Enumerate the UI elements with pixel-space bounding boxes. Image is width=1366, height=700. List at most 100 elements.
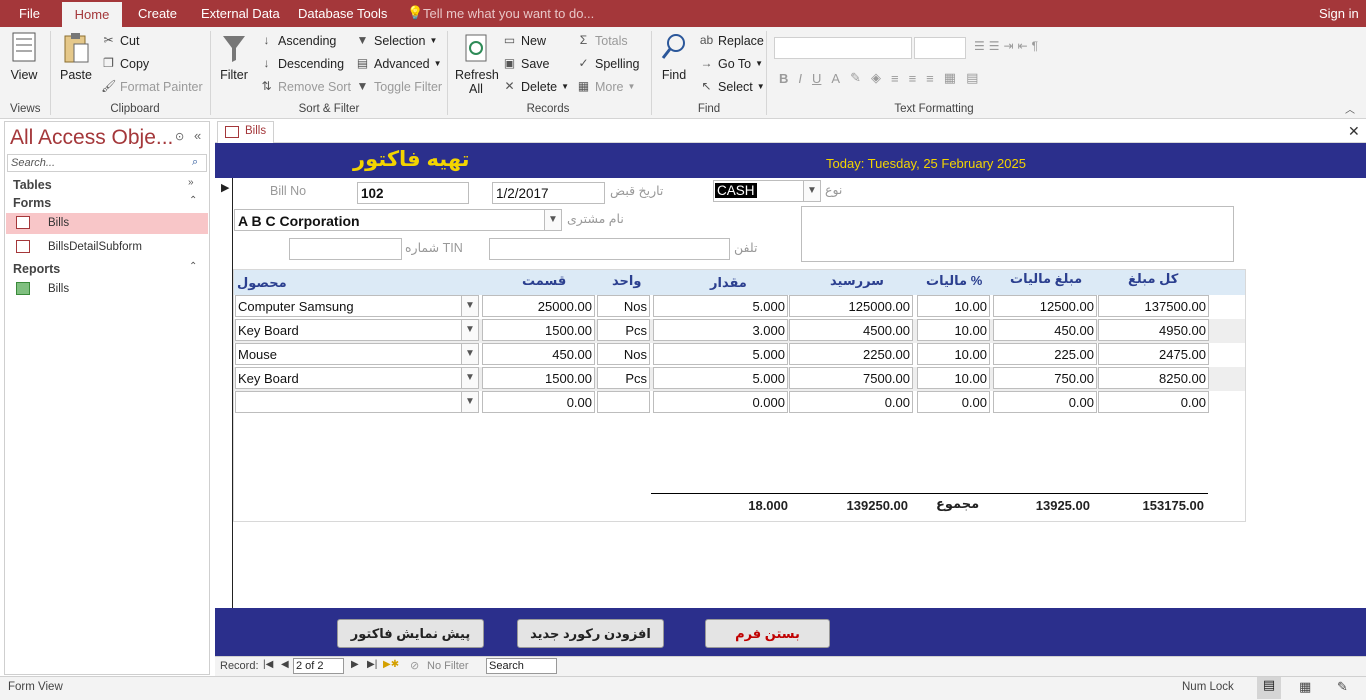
nav-category-tables[interactable]: Tables — [13, 178, 52, 192]
filter-button[interactable]: Filter — [219, 31, 249, 82]
align-right-icon[interactable]: ≡ — [926, 71, 934, 86]
cell-price[interactable]: 450.00 — [482, 343, 595, 365]
numbering-icon[interactable]: ☰ — [989, 39, 1000, 53]
view-button[interactable]: View — [9, 31, 39, 82]
italic-icon[interactable]: I — [798, 71, 802, 86]
cell-unit[interactable]: Nos — [597, 295, 650, 317]
last-record-icon[interactable]: ▶| — [367, 659, 377, 670]
cell-total[interactable]: 8250.00 — [1098, 367, 1209, 389]
collapse-icon[interactable]: ⌃ — [189, 195, 197, 206]
cell-subtotal[interactable]: 4500.00 — [789, 319, 913, 341]
close-icon[interactable]: ✕ — [1348, 123, 1360, 140]
collapse-ribbon-icon[interactable]: ︿ — [1345, 101, 1355, 116]
menu-file[interactable]: File — [19, 6, 40, 21]
cell-product[interactable]: Computer Samsung ▼ — [235, 295, 479, 317]
nav-category-forms[interactable]: Forms — [13, 196, 51, 210]
cell-product[interactable]: ▼ — [235, 391, 479, 413]
cell-unit[interactable]: Pcs — [597, 319, 650, 341]
totals-button[interactable]: Σ Totals — [576, 33, 628, 48]
align-left-icon[interactable]: ≡ — [891, 71, 899, 86]
replace-button[interactable]: ab Replace — [699, 33, 764, 48]
no-filter-label[interactable]: No Filter — [427, 660, 469, 672]
alt-row-color-icon[interactable]: ▤ — [966, 70, 978, 86]
save-button[interactable]: ▣ Save — [502, 56, 550, 71]
cell-unit[interactable] — [597, 391, 650, 413]
cut-button[interactable]: ✂ Cut — [101, 33, 139, 48]
cell-tax-pct[interactable]: 10.00 — [917, 319, 990, 341]
align-center-icon[interactable]: ≡ — [909, 71, 917, 86]
cell-tax-amt[interactable]: 750.00 — [993, 367, 1097, 389]
ascending-button[interactable]: ↓ Ascending — [259, 33, 337, 48]
nav-item-form-bills[interactable]: Bills — [6, 213, 208, 234]
font-name-select[interactable] — [774, 37, 912, 59]
chevron-down-icon[interactable]: ▼ — [803, 181, 820, 201]
spelling-button[interactable]: ✓ Spelling — [576, 56, 639, 71]
nav-category-reports[interactable]: Reports — [13, 262, 60, 276]
cell-subtotal[interactable]: 7500.00 — [789, 367, 913, 389]
tab-bills[interactable]: Bills — [217, 121, 274, 143]
indent-icon[interactable]: ⇥ — [1004, 39, 1014, 53]
outdent-icon[interactable]: ⇤ — [1018, 39, 1028, 53]
bold-icon[interactable]: B — [779, 71, 788, 86]
previous-record-icon[interactable]: ◀ — [281, 659, 289, 670]
tin-field[interactable] — [289, 238, 402, 260]
nav-search-input[interactable]: Search... — [7, 154, 207, 172]
cell-unit[interactable]: Nos — [597, 343, 650, 365]
collapse-pane-icon[interactable]: « — [194, 128, 201, 143]
form-view-icon[interactable]: ▤ — [1257, 677, 1281, 699]
chevron-down-icon[interactable]: ▼ — [461, 344, 478, 364]
fill-icon[interactable]: ◈ — [871, 70, 881, 86]
nav-title[interactable]: All Access Obje... — [10, 126, 173, 150]
tab-database-tools[interactable]: Database Tools — [298, 6, 387, 21]
copy-button[interactable]: ❐ Copy — [101, 56, 149, 71]
cell-tax-pct[interactable]: 10.00 — [917, 295, 990, 317]
remove-sort-button[interactable]: ⇅ Remove Sort — [259, 79, 350, 94]
collapse-icon[interactable]: ⌃ — [189, 261, 197, 272]
chevron-down-icon[interactable]: ▼ — [461, 392, 478, 412]
cell-subtotal[interactable]: 125000.00 — [789, 295, 913, 317]
tab-create[interactable]: Create — [138, 6, 177, 21]
cell-tax-pct[interactable]: 0.00 — [917, 391, 990, 413]
refresh-all-button[interactable]: Refresh All — [455, 31, 499, 96]
new-record-nav-icon[interactable]: ▶✱ — [383, 659, 399, 670]
layout-view-icon[interactable]: ▦ — [1299, 679, 1311, 695]
cell-qty[interactable]: 0.000 — [653, 391, 788, 413]
notes-field[interactable] — [801, 206, 1234, 262]
cell-tax-pct[interactable]: 10.00 — [917, 343, 990, 365]
cell-price[interactable]: 25000.00 — [482, 295, 595, 317]
receipt-date-field[interactable]: 1/2/2017 — [492, 182, 605, 204]
nav-menu-icon[interactable]: ⊙ — [175, 130, 184, 143]
descending-button[interactable]: ↓ Descending — [259, 56, 345, 71]
type-combo[interactable]: CASH ▼ — [713, 180, 821, 202]
cell-tax-amt[interactable]: 12500.00 — [993, 295, 1097, 317]
cell-qty[interactable]: 5.000 — [653, 367, 788, 389]
cell-total[interactable]: 4950.00 — [1098, 319, 1209, 341]
record-selector[interactable]: ▶ — [215, 178, 233, 608]
cell-unit[interactable]: Pcs — [597, 367, 650, 389]
next-record-icon[interactable]: ▶ — [351, 659, 359, 670]
cell-total[interactable]: 0.00 — [1098, 391, 1209, 413]
paste-button[interactable]: Paste — [60, 31, 92, 82]
preview-invoice-button[interactable]: پیش نمایش فاکتور — [337, 619, 484, 648]
font-size-select[interactable] — [914, 37, 966, 59]
chevron-down-icon[interactable]: ▼ — [461, 296, 478, 316]
advanced-button[interactable]: ▤ Advanced ▼ — [355, 56, 442, 71]
bullets-icon[interactable]: ☰ — [974, 39, 985, 53]
find-button[interactable]: Find — [659, 31, 689, 82]
cell-total[interactable]: 2475.00 — [1098, 343, 1209, 365]
chevron-down-icon[interactable]: ▼ — [461, 320, 478, 340]
design-view-icon[interactable]: ✎ — [1337, 679, 1348, 695]
toggle-filter-button[interactable]: ▼ Toggle Filter — [355, 79, 443, 94]
new-record-button[interactable]: ▭ New — [502, 33, 546, 48]
paragraph-icon[interactable]: ¶ — [1032, 39, 1038, 53]
cell-qty[interactable]: 3.000 — [653, 319, 788, 341]
cell-product[interactable]: Key Board ▼ — [235, 319, 479, 341]
no-filter-icon[interactable]: ⊘ — [410, 659, 419, 672]
chevron-down-icon[interactable]: ▼ — [544, 210, 561, 230]
font-color-icon[interactable]: A — [831, 71, 840, 86]
cell-product[interactable]: Mouse ▼ — [235, 343, 479, 365]
cell-price[interactable]: 1500.00 — [482, 367, 595, 389]
cell-subtotal[interactable]: 0.00 — [789, 391, 913, 413]
tell-me-input[interactable]: Tell me what you want to do... — [423, 6, 594, 21]
chevron-down-icon[interactable]: ▼ — [461, 368, 478, 388]
